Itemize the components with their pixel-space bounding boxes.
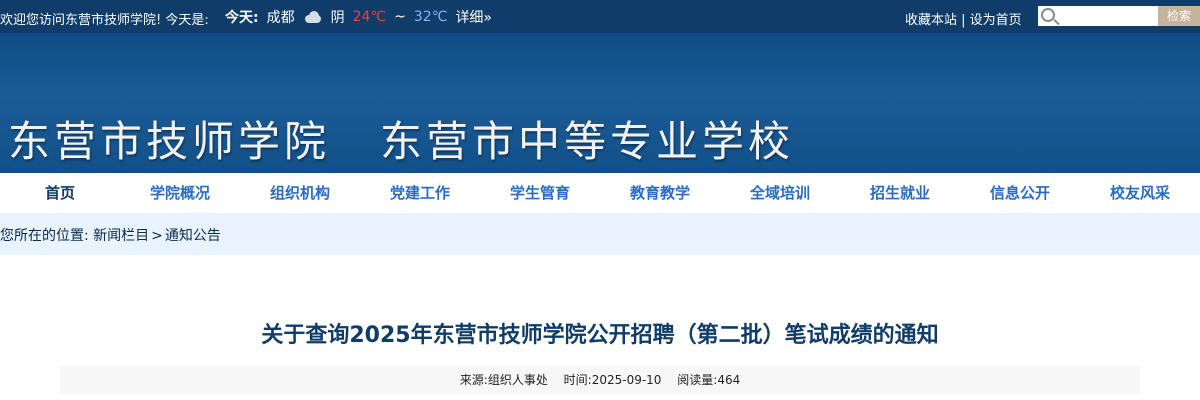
search-icon — [1041, 8, 1055, 22]
top-bar: 欢迎您访问东营市技师学院! 今天是: 今天: 成都 阴 24℃ ~ 32℃ 详细… — [0, 0, 1200, 33]
cloud-icon — [303, 11, 323, 23]
views-value: 464 — [717, 373, 741, 387]
nav-item-students[interactable]: 学生管育 — [480, 173, 600, 213]
views-label: 阅读量: — [677, 373, 718, 387]
nav-item-training[interactable]: 全域培训 — [720, 173, 840, 213]
time-label: 时间: — [563, 373, 592, 387]
set-home-link[interactable]: 设为首页 — [970, 13, 1022, 28]
link-divider: | — [961, 13, 970, 28]
article-title: 关于查询2025年东营市技师学院公开招聘（第二批）笔试成绩的通知 — [261, 323, 939, 348]
city-name: 成都 — [266, 10, 295, 26]
breadcrumb: 您所在的位置: 新闻栏目 > 通知公告 — [0, 213, 1200, 255]
search-box[interactable] — [1038, 6, 1158, 26]
temp-low: 32℃ — [413, 9, 448, 25]
temp-sep: ~ — [394, 9, 406, 25]
main-nav: 首页 学院概况 组织机构 党建工作 学生管育 教育教学 全域培训 招生就业 信息… — [0, 173, 1200, 213]
time-value: 2025-09-10 — [591, 373, 662, 387]
nav-item-disclosure[interactable]: 信息公开 — [960, 173, 1080, 213]
today-label: 今天: — [225, 10, 259, 26]
nav-item-admissions[interactable]: 招生就业 — [840, 173, 960, 213]
banner-title-2: 东营市中等专业学校 — [380, 117, 795, 166]
breadcrumb-label: 您所在的位置: — [0, 228, 89, 244]
welcome-text: 欢迎您访问东营市技师学院! 今天是: — [0, 13, 209, 28]
banner-titles: 东营市技师学院 东营市中等专业学校 — [8, 108, 794, 169]
favorite-link[interactable]: 收藏本站 — [905, 13, 957, 28]
search-input[interactable] — [1060, 6, 1156, 26]
weather-text: 阴 — [330, 10, 345, 26]
nav-item-organization[interactable]: 组织机构 — [240, 173, 360, 213]
weather-detail-link[interactable]: 详细» — [455, 7, 492, 27]
nav-item-home[interactable]: 首页 — [0, 173, 120, 213]
nav-item-about[interactable]: 学院概况 — [120, 173, 240, 213]
banner-title-1: 东营市技师学院 — [8, 117, 331, 166]
header-banner: 东营市技师学院 东营市中等专业学校 — [0, 33, 1200, 173]
source-value: 组织人事处 — [487, 373, 548, 387]
temp-high: 24℃ — [352, 9, 387, 25]
source-label: 来源: — [459, 373, 488, 387]
search-button[interactable]: 检索 — [1158, 6, 1200, 26]
breadcrumb-level2[interactable]: 通知公告 — [165, 228, 221, 244]
weather-widget: 今天: 成都 阴 24℃ ~ 32℃ 详细» — [225, 7, 492, 27]
nav-item-party[interactable]: 党建工作 — [360, 173, 480, 213]
article-meta: 来源:组织人事处 时间:2025-09-10 阅读量:464 — [60, 366, 1140, 394]
breadcrumb-level1[interactable]: 新闻栏目 — [93, 228, 149, 244]
nav-item-alumni[interactable]: 校友风采 — [1080, 173, 1200, 213]
top-links: 收藏本站 | 设为首页 — [905, 9, 1022, 28]
breadcrumb-sep: > — [151, 228, 163, 244]
nav-item-teaching[interactable]: 教育教学 — [600, 173, 720, 213]
